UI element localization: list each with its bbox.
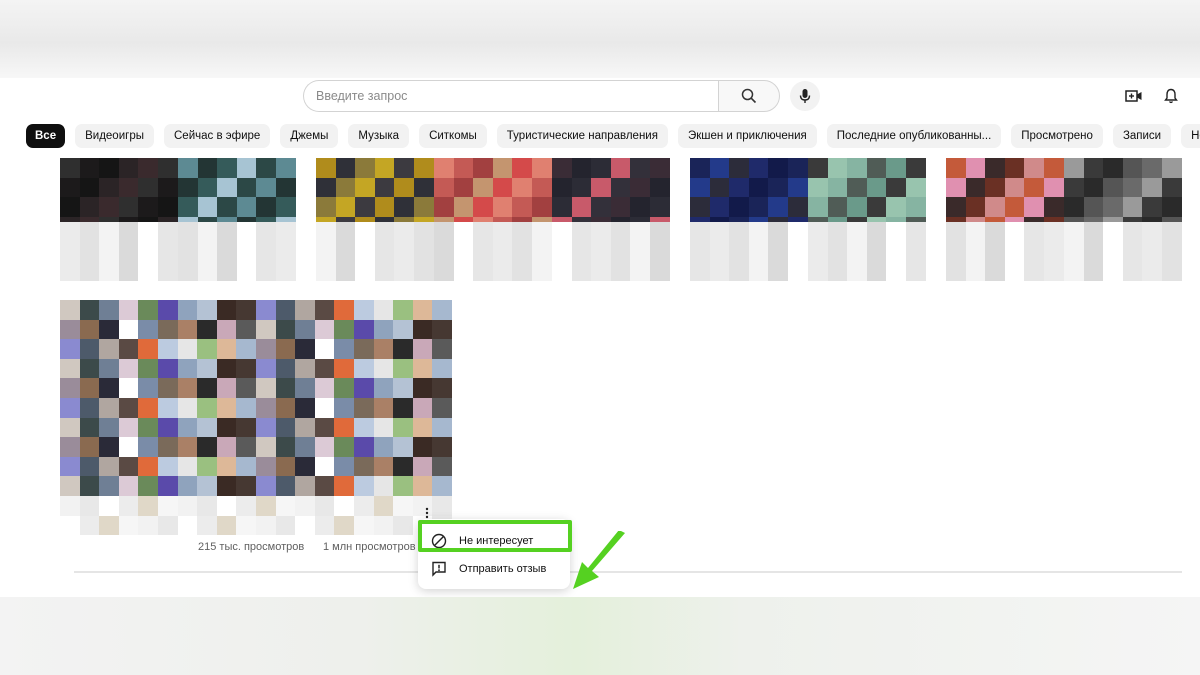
video-meta-pixelated [808, 222, 926, 281]
video-meta-pixelated [60, 222, 178, 281]
chip-videogames[interactable]: Видеоигры [75, 124, 154, 148]
create-video-button[interactable] [1124, 86, 1144, 106]
more-vert-icon [425, 507, 429, 519]
chip-new-for-you[interactable]: Новое для вас [1181, 124, 1200, 148]
youtube-page: Введите запрос Все Видеоигры Сейчас в эф… [0, 78, 1200, 597]
search-placeholder: Введите запрос [316, 89, 408, 103]
video-meta-pixelated [552, 222, 670, 281]
section-divider [74, 571, 1182, 573]
chip-all[interactable]: Все [26, 124, 66, 148]
search-bar: Введите запрос [303, 80, 820, 112]
blurred-backdrop-bottom [0, 597, 1200, 675]
create-video-icon [1125, 90, 1142, 102]
search-icon [741, 88, 757, 104]
filter-chips-bar: Все Видеоигры Сейчас в эфире Джемы Музык… [26, 124, 1200, 148]
chip-jams[interactable]: Джемы [280, 124, 339, 148]
view-count-video-2: 215 тыс. просмотров [198, 541, 305, 553]
video-meta-pixelated [178, 222, 296, 281]
search-input[interactable]: Введите запрос [303, 80, 718, 112]
chip-action-adventure[interactable]: Экшен и приключения [677, 124, 817, 148]
pointer-arrow [573, 531, 625, 589]
video-options-button[interactable] [420, 506, 434, 520]
voice-search-button[interactable] [790, 81, 820, 111]
video-thumbnail-pixelated [60, 300, 452, 496]
video-meta-pixelated [60, 496, 452, 536]
blurred-backdrop-top [0, 0, 1200, 78]
chip-recently-uploaded[interactable]: Последние опубликованны... [826, 124, 1002, 148]
video-meta-pixelated [434, 222, 552, 281]
view-count-video-3: 1 млн просмотров [323, 541, 416, 553]
search-button[interactable] [718, 80, 780, 112]
chip-travel[interactable]: Туристические направления [496, 124, 668, 148]
chip-sitcoms[interactable]: Ситкомы [419, 124, 487, 148]
menu-item-send-feedback[interactable]: Отправить отзыв [418, 556, 570, 582]
chip-music[interactable]: Музыка [348, 124, 410, 148]
video-meta-pixelated [946, 222, 1064, 281]
notifications-button[interactable] [1161, 86, 1181, 106]
chip-watched[interactable]: Просмотрено [1011, 124, 1103, 148]
mic-icon [799, 89, 811, 103]
menu-item-label: Отправить отзыв [459, 563, 547, 575]
bell-icon [1164, 88, 1178, 104]
feedback-icon [430, 560, 448, 578]
chip-recordings[interactable]: Записи [1112, 124, 1172, 148]
video-meta-pixelated [1064, 222, 1182, 281]
video-meta-pixelated [690, 222, 808, 281]
highlight-box [418, 520, 572, 552]
video-meta-pixelated [316, 222, 434, 281]
chip-live[interactable]: Сейчас в эфире [164, 124, 271, 148]
